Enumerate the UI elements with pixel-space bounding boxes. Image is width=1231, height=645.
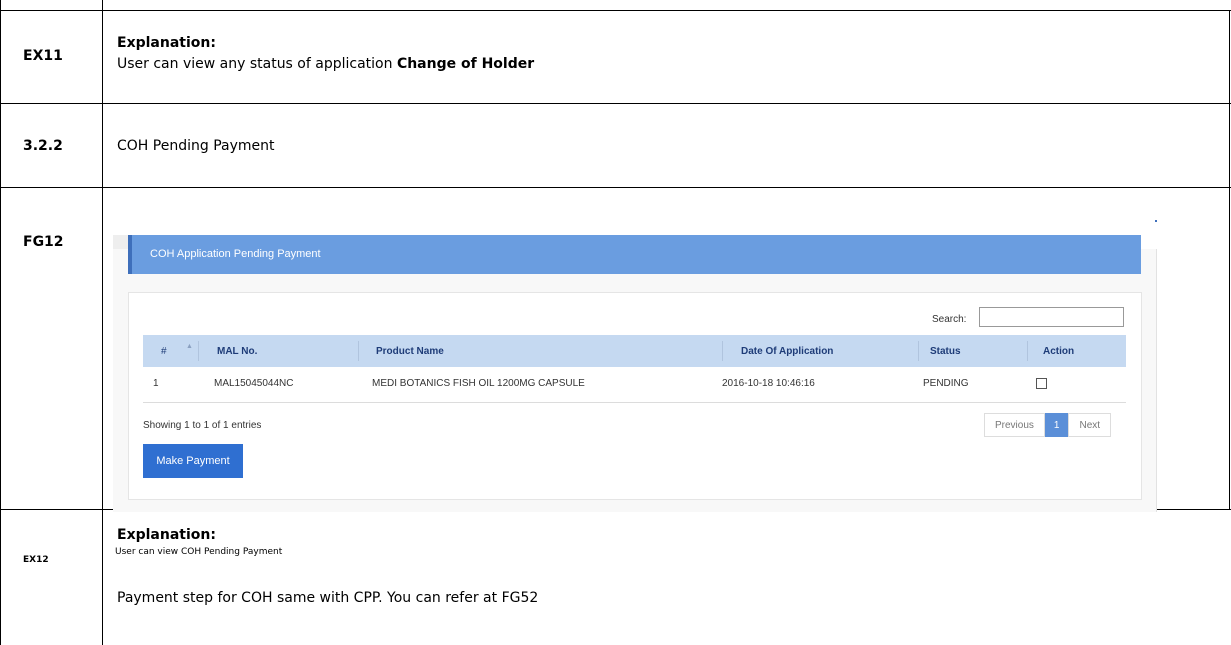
column-separator xyxy=(1027,341,1028,361)
sort-asc-icon: ▲ xyxy=(186,343,193,350)
column-separator xyxy=(918,341,919,361)
table-row: 1 MAL15045044NC MEDI BOTANICS FISH OIL 1… xyxy=(143,367,1126,403)
column-header-date[interactable]: Date Of Application xyxy=(741,346,833,357)
cell-date: 2016-10-18 10:46:16 xyxy=(722,378,815,389)
table-header: # ▲ MAL No. Product Name Date Of Applica… xyxy=(143,335,1126,367)
make-payment-button[interactable]: Make Payment xyxy=(143,444,243,478)
explanation-text-bold: Change of Holder xyxy=(396,56,535,72)
row-divider xyxy=(0,103,1231,104)
document-page: EX11 Explanation: User can view any stat… xyxy=(0,0,1231,645)
embedded-screenshot: COH Application Pending Payment Search: … xyxy=(113,207,1231,512)
column-separator xyxy=(198,341,199,361)
explanation-text: Payment step for COH same with CPP. You … xyxy=(117,590,539,606)
cell-mal-no: MAL15045044NC xyxy=(214,378,294,389)
cell-product-name: MEDI BOTANICS FISH OIL 1200MG CAPSULE xyxy=(372,378,585,389)
table-border-left xyxy=(0,0,1,645)
explanation-heading: Explanation: xyxy=(117,527,216,543)
pagination-next[interactable]: Next xyxy=(1068,413,1112,437)
row-code-ex12: EX12 xyxy=(23,555,49,565)
search-input[interactable] xyxy=(979,307,1124,327)
panel-body: Search: # ▲ MAL No. Product Name Date Of… xyxy=(128,292,1142,500)
column-separator xyxy=(358,341,359,361)
pagination-page-1[interactable]: 1 xyxy=(1044,413,1069,437)
pagination-previous[interactable]: Previous xyxy=(984,413,1045,437)
panel-title: COH Application Pending Payment xyxy=(150,248,321,260)
action-checkbox[interactable] xyxy=(1036,378,1047,389)
explanation-text-prefix: User can view any status of application xyxy=(117,56,397,72)
column-divider xyxy=(102,0,103,645)
table-border-top xyxy=(0,10,1231,11)
explanation-small-text: User can view COH Pending Payment xyxy=(115,547,283,557)
search-label: Search: xyxy=(932,314,967,325)
cell-status: PENDING xyxy=(923,378,969,389)
column-header-mal-no[interactable]: MAL No. xyxy=(217,346,257,357)
section-title: COH Pending Payment xyxy=(117,138,275,154)
column-header-product-name[interactable]: Product Name xyxy=(376,346,444,357)
screenshot-edge-marker xyxy=(1155,220,1157,222)
column-header-status[interactable]: Status xyxy=(930,346,961,357)
row-code-fg12: FG12 xyxy=(23,234,64,250)
pagination: Previous 1 Next xyxy=(984,413,1112,437)
entries-info: Showing 1 to 1 of 1 entries xyxy=(143,420,262,431)
section-number: 3.2.2 xyxy=(23,138,63,154)
column-header-number[interactable]: # xyxy=(161,346,167,357)
panel-header: COH Application Pending Payment xyxy=(128,235,1141,274)
explanation-heading: Explanation: xyxy=(117,35,216,51)
column-header-action[interactable]: Action xyxy=(1043,346,1074,357)
cell-number: 1 xyxy=(153,378,159,389)
row-code-ex11: EX11 xyxy=(23,48,63,64)
explanation-text: User can view any status of application … xyxy=(117,56,534,72)
column-separator xyxy=(722,341,723,361)
row-divider xyxy=(0,187,1231,188)
